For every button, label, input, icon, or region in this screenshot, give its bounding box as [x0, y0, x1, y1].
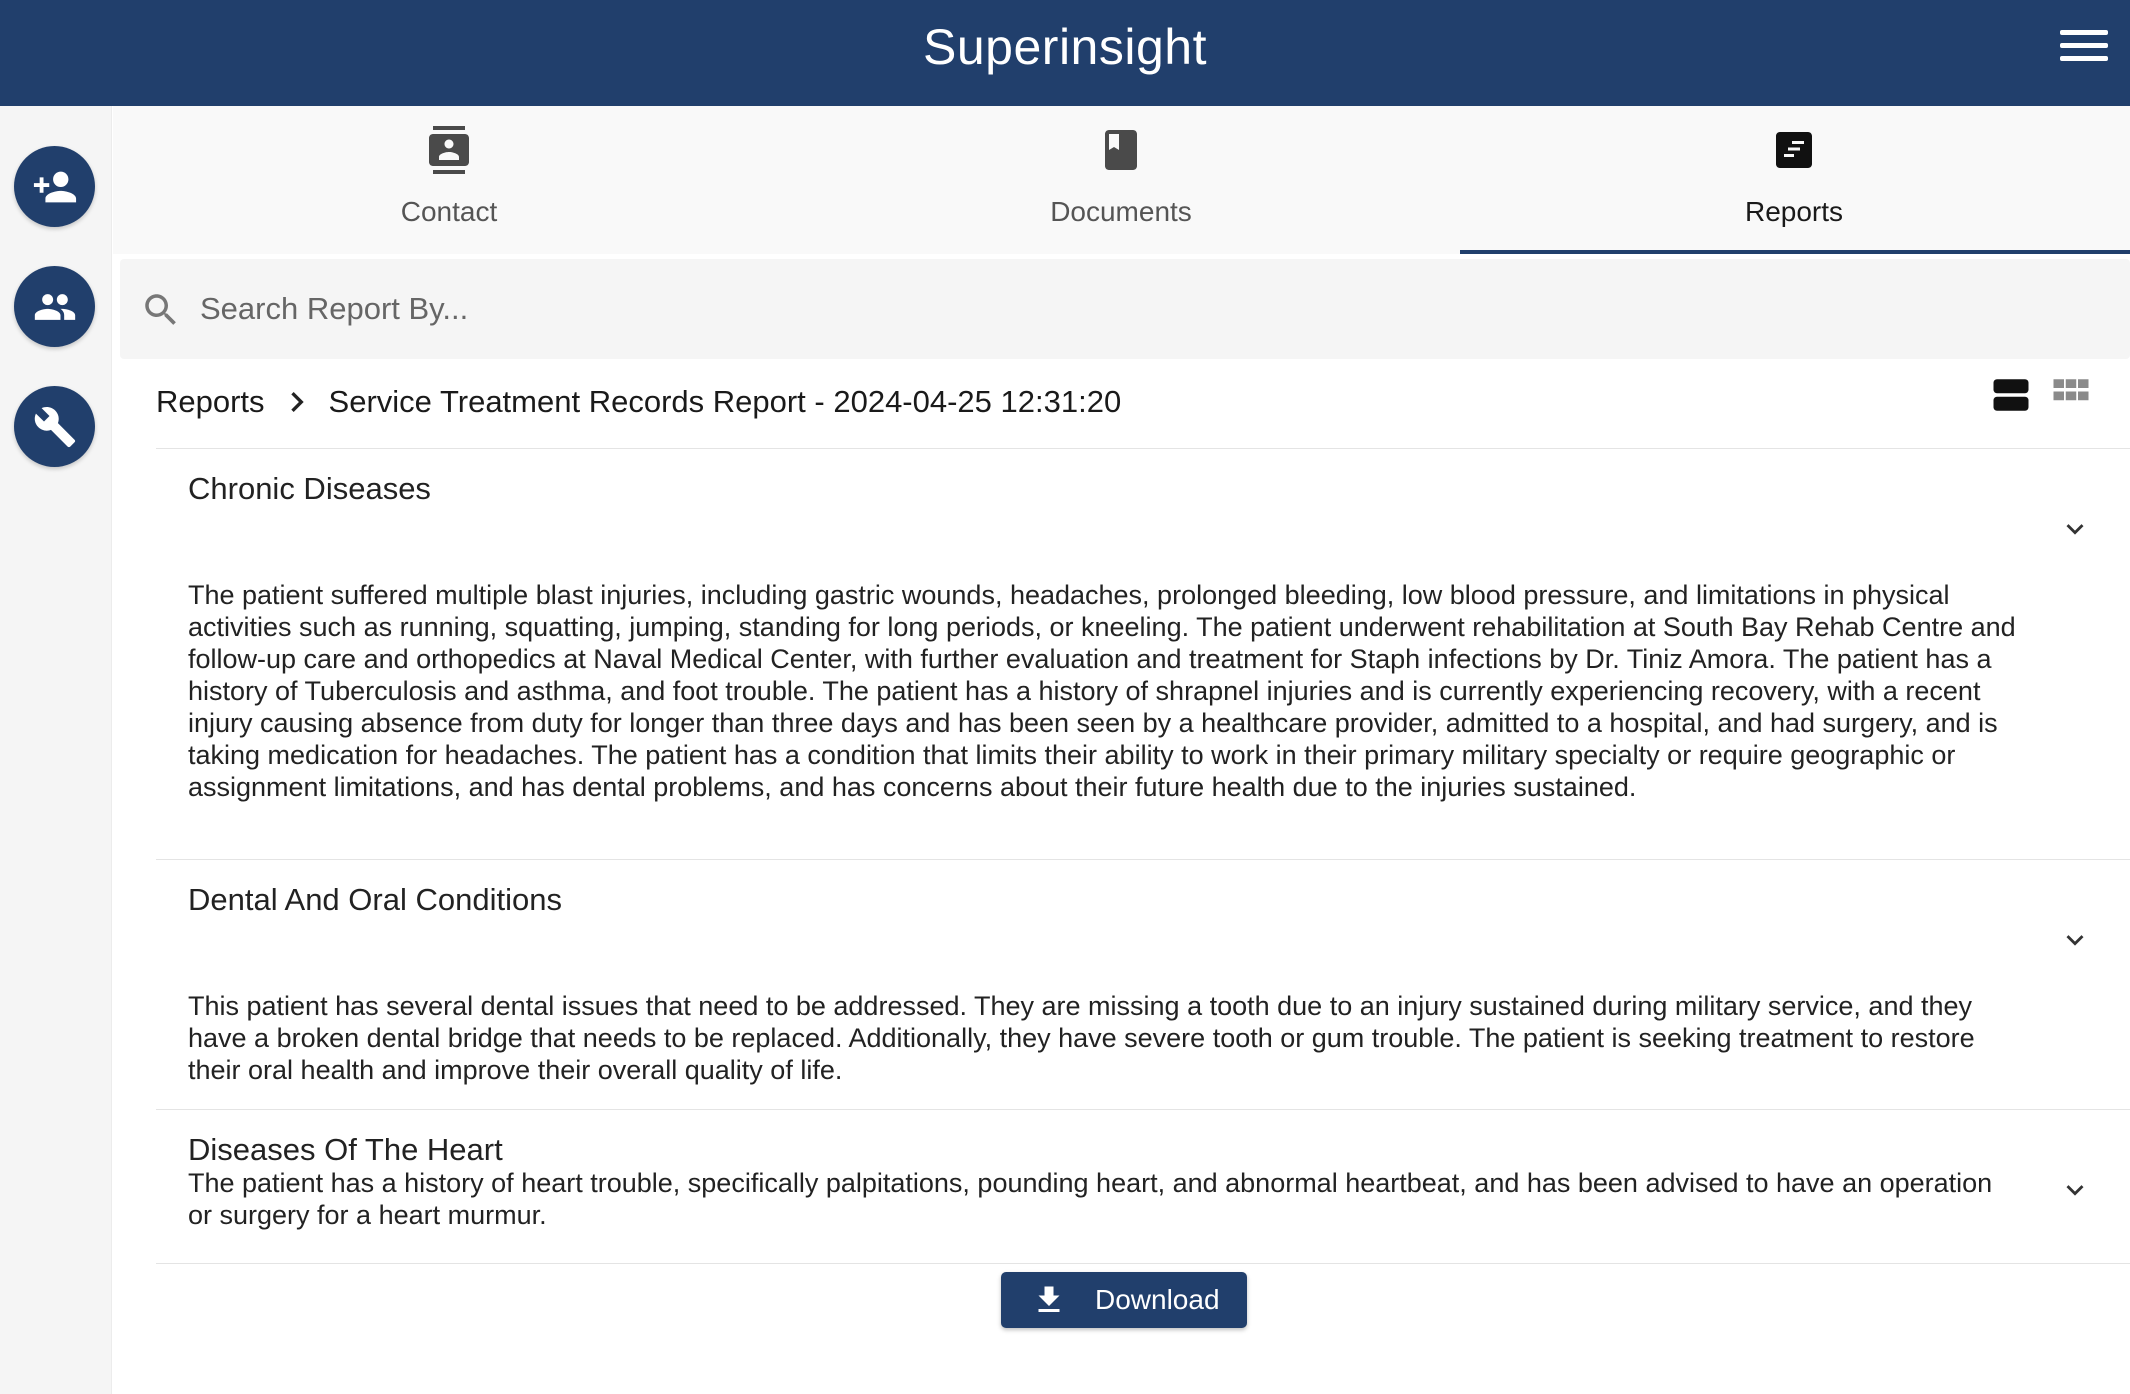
book-icon [1105, 130, 1137, 170]
person-add-icon [33, 171, 76, 202]
tab-contact[interactable]: Contact [113, 106, 785, 254]
section-title: Diseases Of The Heart [188, 1132, 503, 1167]
tab-documents[interactable]: Documents [785, 106, 1457, 254]
breadcrumb-reports-link[interactable]: Reports [156, 384, 265, 420]
section-title: Dental And Oral Conditions [188, 882, 562, 917]
contact-card-icon [429, 126, 469, 174]
add-contact-button[interactable] [14, 146, 95, 227]
breadcrumb-current: Service Treatment Records Report - 2024-… [328, 384, 1122, 419]
download-icon [1038, 1286, 1060, 1312]
list-view-icon[interactable] [1990, 374, 2032, 416]
app-header: Superinsight [0, 0, 2130, 106]
chevron-down-icon[interactable] [2058, 923, 2092, 957]
report-icon [1776, 132, 1812, 168]
section-body: This patient has several dental issues t… [188, 991, 1975, 1085]
section-diseases-of-the-heart: Diseases Of The Heart The patient has a … [156, 1110, 2130, 1263]
people-icon [34, 293, 75, 320]
hamburger-menu-icon[interactable] [2060, 30, 2108, 70]
search-bar [120, 259, 2130, 359]
divider [156, 1263, 2130, 1264]
section-chronic-diseases: Chronic Diseases The patient suffered mu… [156, 449, 2130, 859]
wrench-icon [34, 406, 75, 447]
tab-reports-label: Reports [1744, 196, 1844, 227]
active-tab-indicator [1460, 250, 2130, 254]
chevron-down-icon[interactable] [2058, 1173, 2092, 1207]
app-title: Superinsight [923, 19, 1207, 75]
tab-documents-label: Documents [1050, 196, 1192, 227]
section-body: The patient has a history of heart troub… [188, 1168, 1993, 1230]
section-dental-oral-conditions: Dental And Oral Conditions This patient … [156, 860, 2130, 1109]
tools-button[interactable] [14, 386, 95, 467]
tab-reports[interactable]: Reports [1458, 106, 2130, 254]
breadcrumb: Reports Service Treatment Records Report… [156, 372, 1121, 432]
chevron-down-icon[interactable] [2058, 512, 2092, 546]
sidebar [0, 106, 112, 1394]
groups-button[interactable] [14, 266, 95, 347]
grid-view-icon[interactable] [2050, 374, 2092, 416]
download-label: Download [1095, 1284, 1220, 1315]
download-button[interactable]: Download [1001, 1272, 1247, 1328]
tab-contact-label: Contact [400, 196, 498, 227]
chevron-right-icon [290, 392, 304, 412]
section-title: Chronic Diseases [188, 471, 431, 506]
tab-bar: Contact Documents Reports [113, 106, 2130, 254]
main-content: Contact Documents Reports Reports Servic… [113, 106, 2130, 1394]
search-input[interactable] [200, 279, 2100, 339]
section-body: The patient suffered multiple blast inju… [188, 580, 2016, 802]
search-icon [145, 294, 176, 325]
